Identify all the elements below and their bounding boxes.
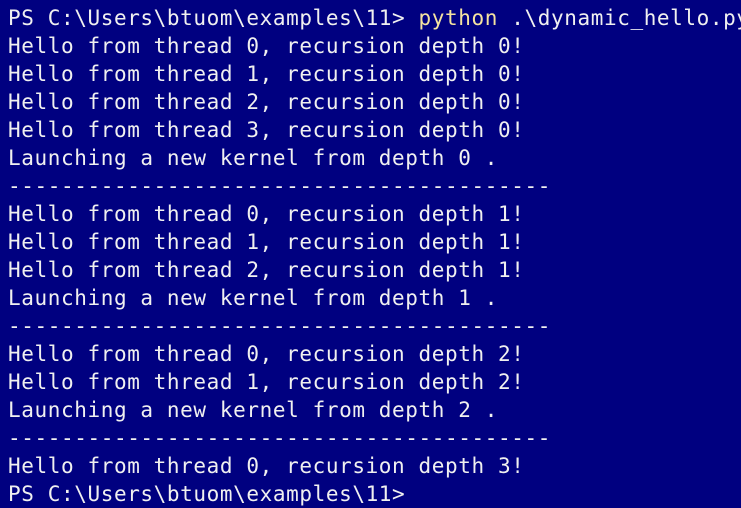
command-name: python (418, 6, 499, 30)
output-line: Hello from thread 0, recursion depth 3! (8, 454, 525, 478)
separator-line: ----------------------------------------… (8, 314, 551, 338)
output-line: Hello from thread 2, recursion depth 1! (8, 258, 525, 282)
output-line: Hello from thread 3, recursion depth 0! (8, 118, 525, 142)
output-line: Hello from thread 1, recursion depth 0! (8, 62, 525, 86)
command-argument: .\dynamic_hello.py (498, 6, 741, 30)
output-line: Hello from thread 2, recursion depth 0! (8, 90, 525, 114)
output-line: Hello from thread 0, recursion depth 0! (8, 34, 525, 58)
output-line: Hello from thread 0, recursion depth 2! (8, 342, 525, 366)
command-line: PS C:\Users\btuom\examples\11> python .\… (8, 4, 741, 32)
terminal-window[interactable]: PS C:\Users\btuom\examples\11> python .\… (0, 0, 741, 508)
prompt: PS C:\Users\btuom\examples\11> (8, 6, 419, 30)
output-line: Launching a new kernel from depth 0 . (8, 146, 498, 170)
output-line: Hello from thread 1, recursion depth 1! (8, 230, 525, 254)
output-line: Hello from thread 1, recursion depth 2! (8, 370, 525, 394)
separator-line: ----------------------------------------… (8, 426, 551, 450)
output-line: Launching a new kernel from depth 1 . (8, 286, 498, 310)
output-line: Launching a new kernel from depth 2 . (8, 398, 498, 422)
output-line: Hello from thread 0, recursion depth 1! (8, 202, 525, 226)
separator-line: ----------------------------------------… (8, 174, 551, 198)
input-prompt-line[interactable]: PS C:\Users\btuom\examples\11> (8, 480, 741, 508)
